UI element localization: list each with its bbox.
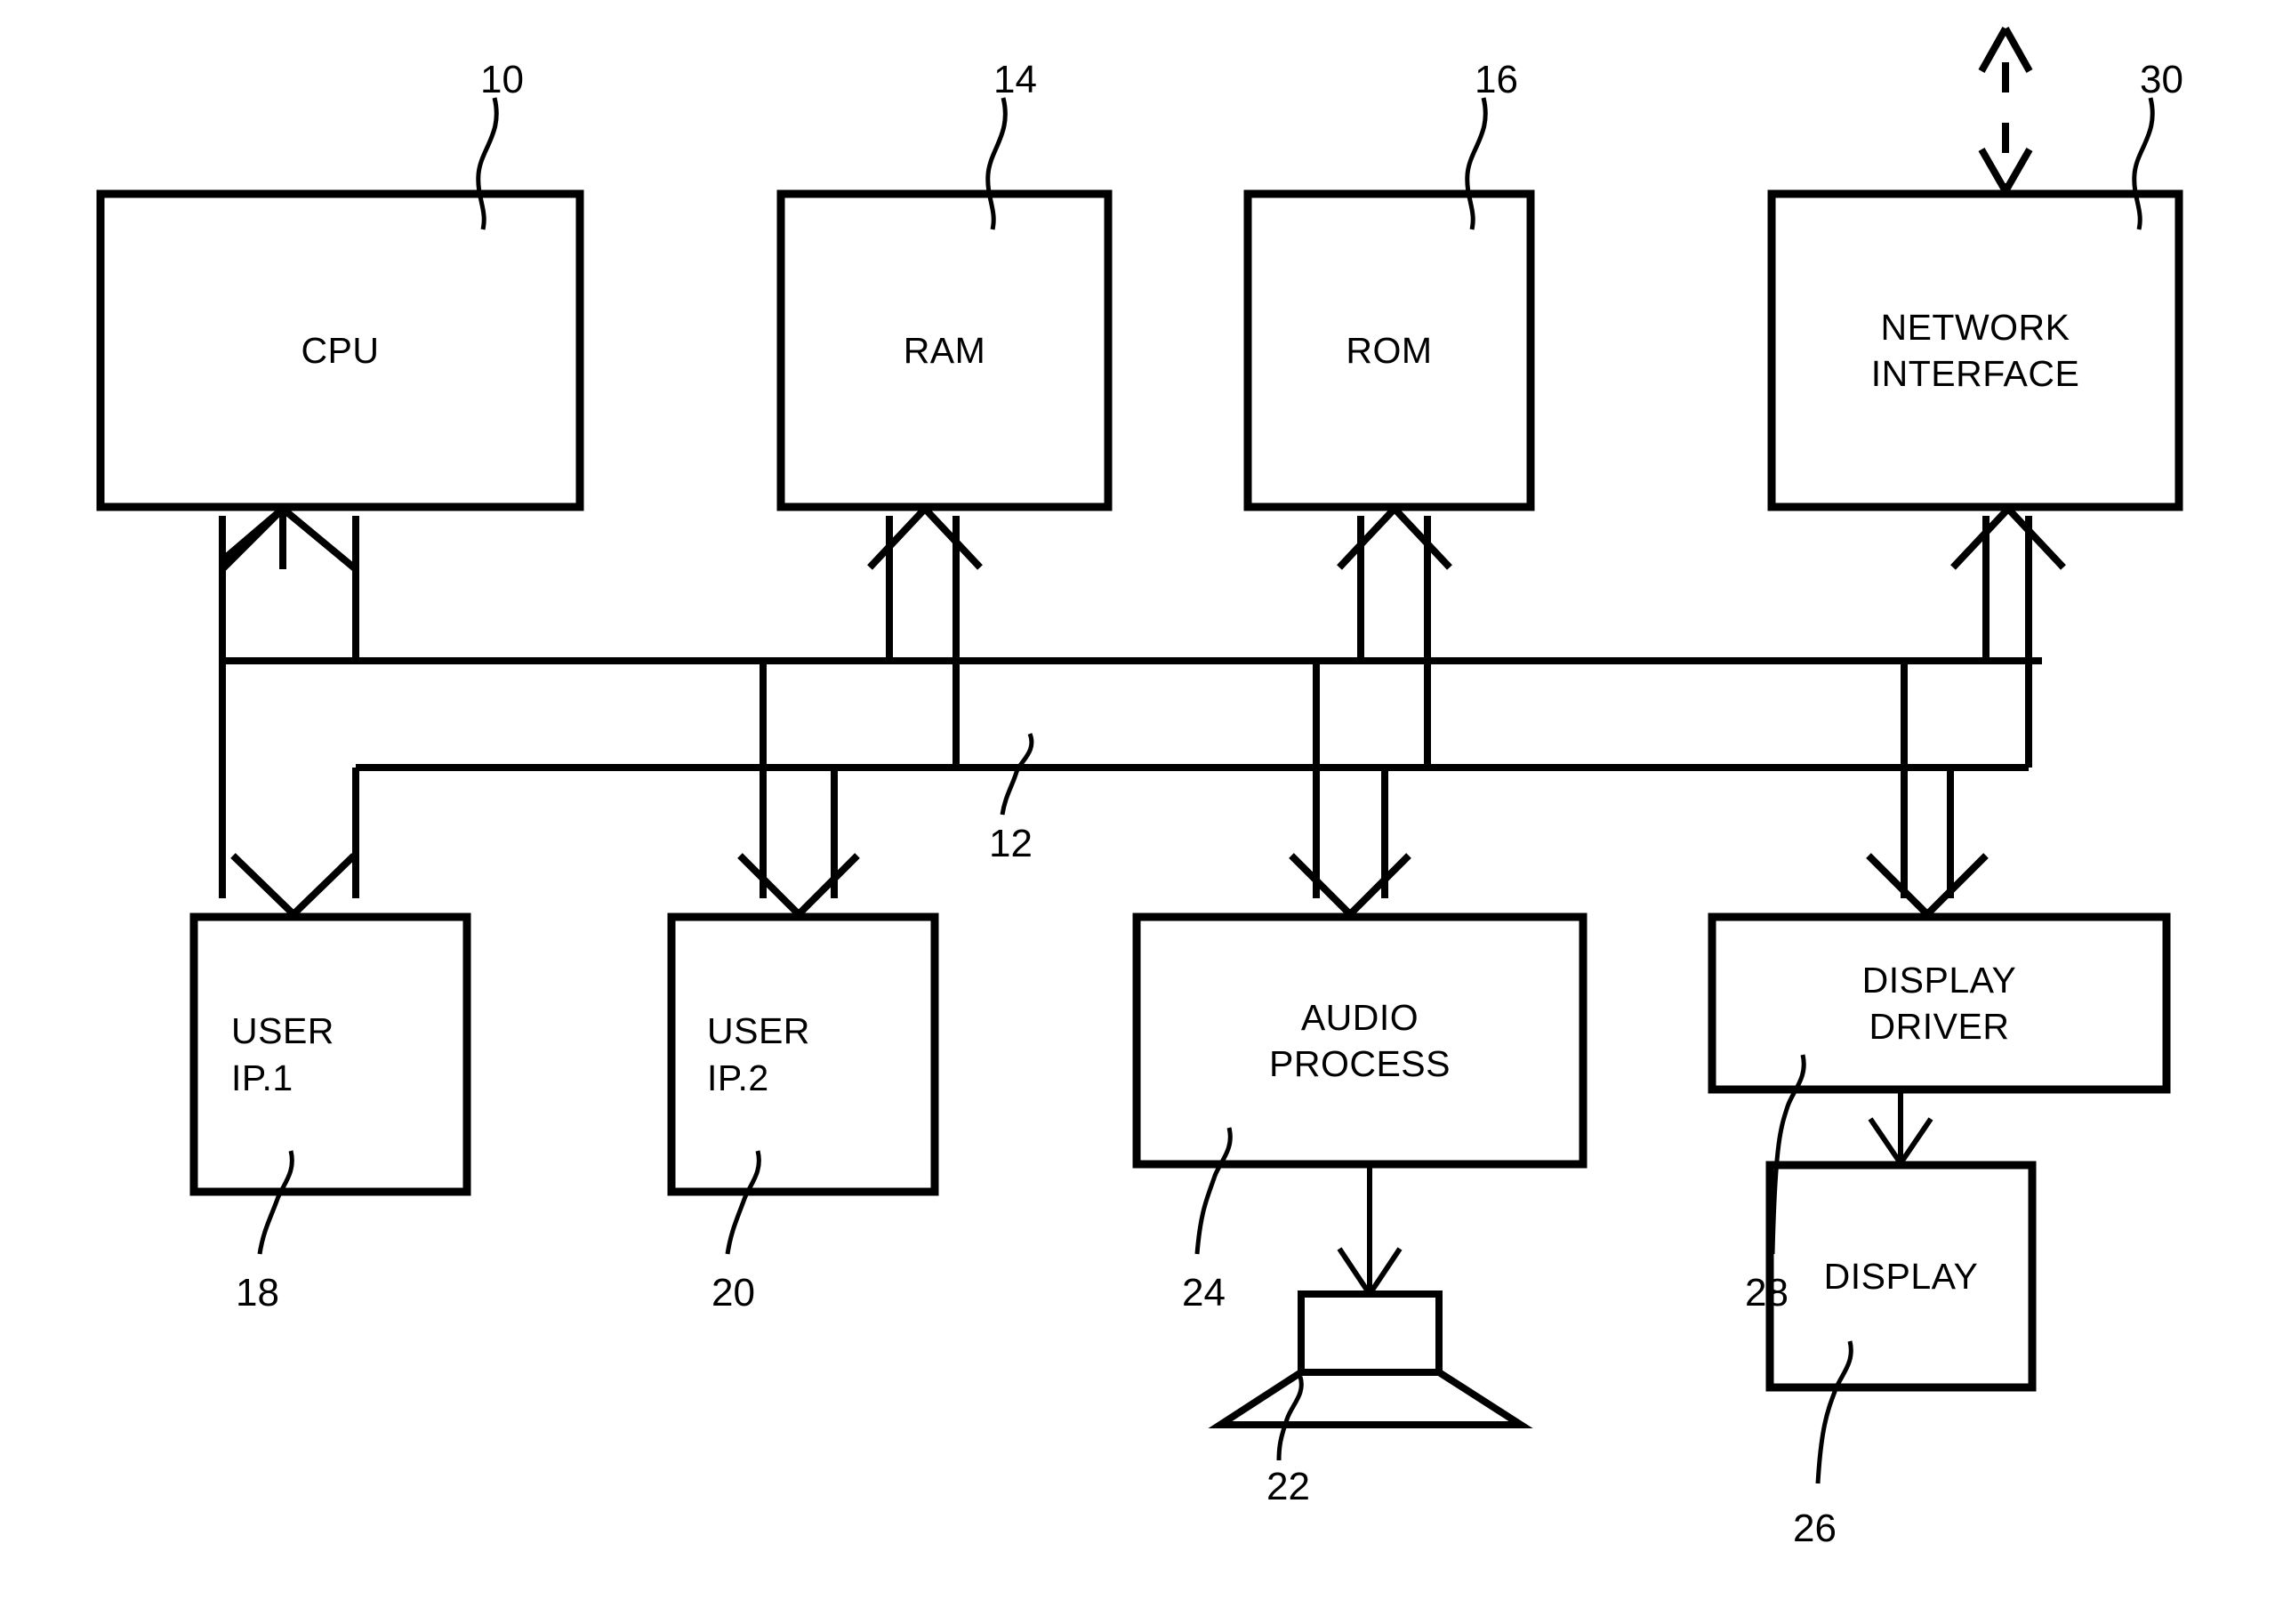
leadline-20 xyxy=(725,1150,761,1255)
block-network-interface[interactable] xyxy=(1767,189,2183,511)
leadline-26 xyxy=(1815,1340,1853,1484)
diagram-canvas xyxy=(96,27,2183,1484)
leadline-16 xyxy=(1465,97,1488,230)
network-link-arrow-down-icon xyxy=(1978,148,2033,193)
ref-numeral-30: 30 xyxy=(2140,58,2183,101)
leadline-18 xyxy=(257,1150,294,1255)
ref-numeral-16: 16 xyxy=(1475,58,1518,101)
netif-arrowhead xyxy=(1950,506,2066,570)
ref-numeral-24: 24 xyxy=(1182,1271,1226,1314)
block-user-ip-1[interactable] xyxy=(189,912,471,1196)
leadline-28 xyxy=(1770,1054,1806,1255)
speaker-cone-icon xyxy=(1208,1369,1533,1428)
ref-numeral-14: 14 xyxy=(993,58,1037,101)
ref-numeral-22: 22 xyxy=(1266,1465,1310,1508)
block-cpu[interactable] xyxy=(96,189,584,511)
block-user-ip-2[interactable] xyxy=(667,912,939,1196)
block-audio-process[interactable] xyxy=(1132,912,1588,1169)
leadline-12 xyxy=(1000,733,1034,816)
leadline-14 xyxy=(985,97,1008,230)
leadline-24 xyxy=(1194,1127,1233,1255)
ref-numeral-10: 10 xyxy=(480,58,524,101)
userip2-arrowhead xyxy=(737,853,860,917)
ref-numeral-18: 18 xyxy=(236,1271,279,1314)
block-diagram-figure: CPU RAM ROM NETWORK INTERFACE USER IP.1 … xyxy=(0,0,2291,1624)
ref-numeral-28: 28 xyxy=(1745,1271,1789,1314)
leadline-30 xyxy=(2132,97,2155,230)
ref-numeral-20: 20 xyxy=(711,1271,755,1314)
cpu-arrowhead-right xyxy=(279,505,358,573)
rom-arrowhead xyxy=(1337,506,1452,570)
block-display[interactable] xyxy=(1765,1161,2037,1392)
speaker-body-icon xyxy=(1298,1290,1443,1376)
cpu-arrow-shaft-left xyxy=(220,506,285,572)
ref-numeral-12: 12 xyxy=(989,822,1033,865)
ref-numeral-26: 26 xyxy=(1793,1507,1837,1550)
block-rom[interactable] xyxy=(1243,189,1535,511)
leadline-10 xyxy=(476,97,499,230)
audio-arrowhead xyxy=(1289,853,1411,917)
userip1-arrowhead xyxy=(230,853,357,917)
block-ram[interactable] xyxy=(776,189,1113,511)
block-display-driver[interactable] xyxy=(1708,912,2171,1094)
dispdrv-arrowhead xyxy=(1866,853,1989,917)
leadline-22 xyxy=(1276,1376,1304,1461)
